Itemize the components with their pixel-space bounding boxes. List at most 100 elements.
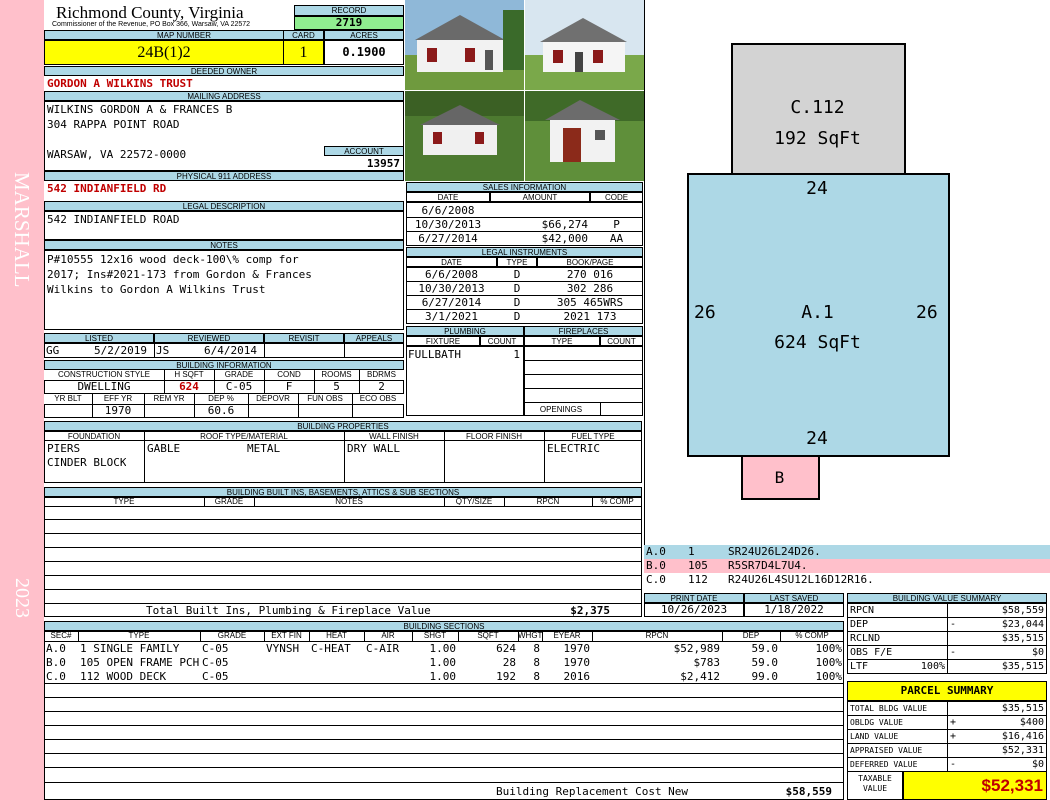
col-foundation: FOUNDATION xyxy=(67,432,121,440)
physical-header: PHYSICAL 911 ADDRESS xyxy=(44,171,404,181)
legal-description: 542 INDIANFIELD ROAD xyxy=(47,213,180,226)
building-properties-header: BUILDING PROPERTIES xyxy=(44,421,642,431)
plumbing-count: 1 xyxy=(513,348,520,361)
mailing-header: MAILING ADDRESS xyxy=(44,91,404,101)
reviewed-header: REVIEWED xyxy=(154,333,264,343)
revisit-header: REVISIT xyxy=(264,333,344,343)
bvs-ltr-pct: 100% xyxy=(920,661,945,672)
parcel-summary-header: PARCEL SUMMARY xyxy=(847,681,1047,701)
parcel-appraised-label: APPRAISED VALUE xyxy=(847,743,948,758)
section-cell: 100% xyxy=(815,670,843,683)
section-col-header: GRADE xyxy=(217,631,247,640)
section-cell: 1 SINGLE FAMILY xyxy=(80,642,180,655)
legend-row-b: B.0 105 R5SR7D4L7U4. xyxy=(644,559,1050,573)
col-fuel: FUEL TYPE xyxy=(571,432,615,440)
section-col-header: HEAT xyxy=(326,631,347,640)
bvs-obs-label: OBS F/E xyxy=(847,645,948,660)
bvs-obs-sign: - xyxy=(950,647,957,658)
li-date: 10/30/2013 xyxy=(418,282,485,295)
fireplaces-header: FIREPLACES xyxy=(524,326,643,336)
record-header: RECORD xyxy=(294,5,404,16)
sale-code: AA xyxy=(609,232,624,245)
legend-num: 105 xyxy=(688,559,708,572)
builtins-header: BUILDING BUILT INS, BASEMENTS, ATTICS & … xyxy=(44,487,642,497)
col-cond: COND xyxy=(264,370,314,380)
taxable-label-1: TAXABLE xyxy=(858,774,892,783)
grade-value: C-05 xyxy=(225,380,253,393)
section-cell: 8 xyxy=(533,642,540,655)
parcel-table: TOTAL BLDG VALUE $35,515 OBLDG VALUE + $400… xyxy=(847,701,1047,772)
section-cell: 105 OPEN FRAME PCH xyxy=(80,656,200,669)
listed-date: 5/2/2019 xyxy=(94,344,147,357)
print-date: 10/26/2023 xyxy=(660,603,728,616)
section-cell: 8 xyxy=(533,670,540,683)
section-cell: 624 xyxy=(496,642,516,655)
legend-row-a: A.0 1 SR24U26L24D26. xyxy=(644,545,1050,559)
parcel-land-sign: + xyxy=(950,731,957,742)
section-cell: 112 WOOD DECK xyxy=(80,670,167,683)
li-book: 305 465WRS xyxy=(556,296,624,309)
li-type: D xyxy=(513,282,521,295)
parcel-appraised: $52,331 xyxy=(947,743,1047,758)
sales-col-date: DATE xyxy=(406,192,490,202)
sketch-c-area: 192 SqFt xyxy=(774,128,861,149)
legend-path: SR24U26L24D26. xyxy=(728,545,821,558)
li-book: 302 286 xyxy=(566,282,614,295)
section-cell: C.0 xyxy=(46,670,66,683)
building-info-header: BUILDING INFORMATION xyxy=(44,360,404,370)
map-number: 24B(1)2 xyxy=(44,40,284,65)
section-cell: C-AIR xyxy=(366,642,400,655)
parcel-deferred-sign: - xyxy=(950,759,957,770)
parcel-bldg: $35,515 xyxy=(947,701,1047,716)
effyr-value: 1970 xyxy=(104,404,132,417)
legend-code: C.0 xyxy=(646,573,666,586)
section-cell: 59.0 xyxy=(751,656,779,669)
col-dep: DEP % xyxy=(194,394,248,404)
print-date-header: PRINT DATE xyxy=(644,593,744,603)
notes-header: NOTES xyxy=(44,240,404,250)
section-cell: $2,412 xyxy=(680,670,720,683)
listed-header: LISTED xyxy=(44,333,154,343)
photo-shed xyxy=(525,91,644,181)
notes-line3: Wilkins to Gordon A Wilkins Trust xyxy=(47,283,266,296)
appeals-header: APPEALS xyxy=(344,333,404,343)
col-depovr: DEPOVR xyxy=(248,394,298,404)
physical-address: 542 INDIANFIELD RD xyxy=(47,182,167,195)
account-value: 13957 xyxy=(366,157,400,170)
col-funobs: FUN OBS xyxy=(298,394,352,404)
photo-house-3 xyxy=(405,91,524,181)
section-cell: 28 xyxy=(502,656,516,669)
parcel-deferred-label: DEFERRED VALUE xyxy=(847,757,948,772)
col-ecoobs: ECO OBS xyxy=(352,394,404,404)
bvs-table: RPCN $58,559 DEP - $23,044 RCLND $35,515 OBS… xyxy=(847,603,1047,674)
legend-num: 112 xyxy=(688,573,708,586)
owner-header: DEEDED OWNER xyxy=(44,66,404,76)
section-cell: 1.00 xyxy=(429,656,457,669)
bdrms-value: 2 xyxy=(378,380,385,393)
wall-finish: DRY WALL xyxy=(347,442,400,455)
section-col-header: DEP xyxy=(742,631,760,640)
last-saved-header: LAST SAVED xyxy=(744,593,844,603)
section-col-header: AIR xyxy=(381,631,395,640)
sale-date: 6/6/2008 xyxy=(421,204,475,217)
sale-code: P xyxy=(613,218,620,231)
photo-house-1 xyxy=(405,0,524,90)
col-yrblt: YR BLT xyxy=(44,394,92,404)
roof-type: GABLE xyxy=(147,442,181,455)
builtins-total: $2,375 xyxy=(570,604,610,617)
section-cell: 100% xyxy=(815,642,843,655)
section-cell: 100% xyxy=(815,656,843,669)
fireplace-col-count: COUNT xyxy=(600,336,643,346)
sales-col-amount: AMOUNT xyxy=(490,192,590,202)
builtins-col-type: TYPE xyxy=(113,497,135,505)
li-date: 6/27/2014 xyxy=(421,296,482,309)
bvs-dep: $23,044 xyxy=(1001,619,1044,630)
section-col-header: RPCN xyxy=(645,631,669,640)
builtins-col-rpcn: RPCN xyxy=(536,497,560,505)
sketch-a-label: A.1 xyxy=(801,302,834,323)
legend-path: R24U26L4SU12L16D12R16. xyxy=(728,573,874,586)
dim-top: 24 xyxy=(806,178,828,199)
sales-col-code: CODE xyxy=(590,192,643,202)
bvs-dep-sign: - xyxy=(950,619,957,630)
parcel-bldg-label: TOTAL BLDG VALUE xyxy=(847,701,948,716)
